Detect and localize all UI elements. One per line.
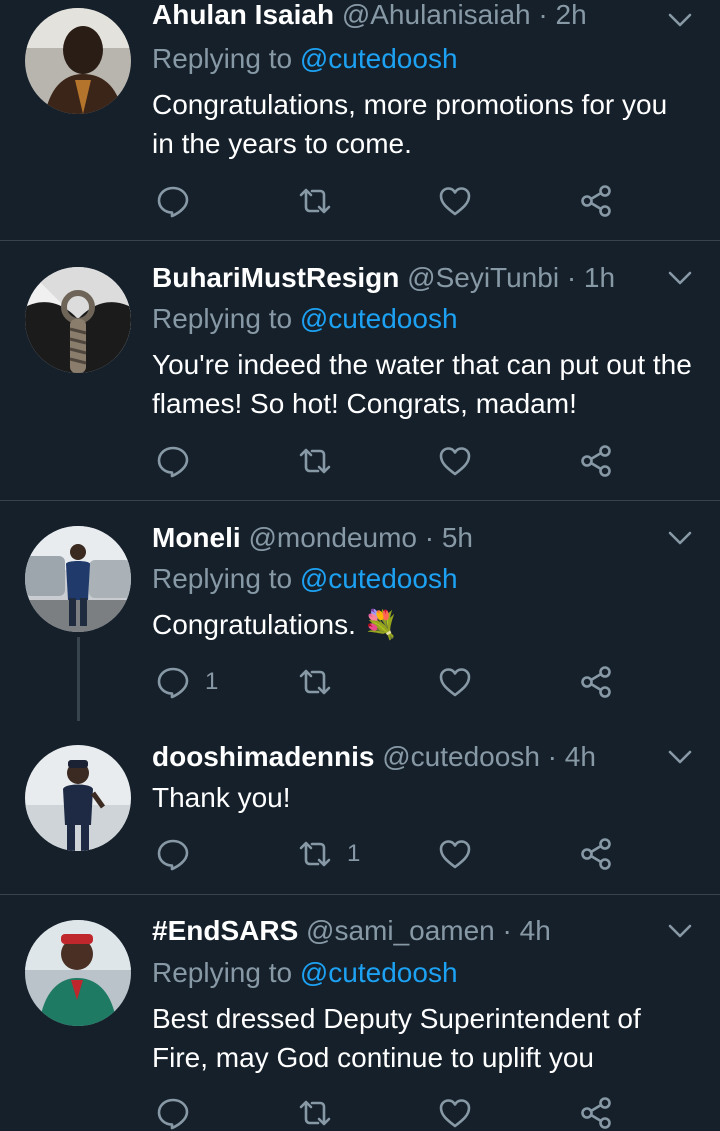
tweet-time: · 4h [547,741,596,772]
reply-icon [155,1095,191,1131]
avatar[interactable] [25,8,131,114]
avatar[interactable] [25,526,131,632]
user-handle[interactable]: @cutedoosh [382,741,540,772]
like-button[interactable] [437,836,487,872]
tweet-time: · 5h [424,522,473,553]
tweet-header: Ahulan Isaiah @Ahulanisaiah · 2h [152,0,587,32]
reply-button[interactable] [155,836,205,872]
replying-to: Replying to @cutedoosh [152,956,458,990]
tweet-text: Congratulations, more promotions for you… [152,89,668,159]
tweet-time: · 4h [502,915,551,946]
chevron-down-icon[interactable] [666,264,694,292]
retweet-icon [297,1095,333,1131]
replying-to: Replying to @cutedoosh [152,302,458,336]
share-button[interactable] [578,664,614,700]
reply-icon [155,836,191,872]
retweet-button[interactable] [297,1095,347,1131]
display-name[interactable]: #EndSARS [152,915,298,946]
chevron-down-icon[interactable] [666,743,694,771]
user-handle[interactable]: @Ahulanisaiah [342,0,531,30]
tweet-text: Congratulations. 💐 [152,609,399,640]
avatar[interactable] [25,920,131,1026]
tweet-time: · 2h [538,0,587,30]
mention-link[interactable]: @cutedoosh [300,563,458,594]
replying-to: Replying to @cutedoosh [152,42,458,76]
replying-to: Replying to @cutedoosh [152,562,458,596]
heart-icon [437,443,473,479]
display-name[interactable]: Moneli [152,522,241,553]
share-icon [578,664,614,700]
like-button[interactable] [437,664,487,700]
display-name[interactable]: Ahulan Isaiah [152,0,334,30]
user-handle[interactable]: @sami_oamen [306,915,495,946]
user-handle[interactable]: @SeyiTunbi [407,262,559,293]
retweet-button[interactable] [297,443,347,479]
retweet-icon [297,664,333,700]
retweet-button[interactable] [297,183,347,219]
share-icon [578,183,614,219]
retweet-count: 1 [347,840,361,867]
tweet-header: BuhariMustResign @SeyiTunbi · 1h [152,261,615,295]
reply-icon [155,664,191,700]
reply-button[interactable]: 1 [155,664,218,700]
tweet[interactable]: dooshimadennis @cutedoosh · 4h Thank you… [0,721,720,894]
retweet-icon [297,183,333,219]
tweet[interactable]: Moneli @mondeumo · 5h Replying to @cuted… [0,501,720,721]
mention-link[interactable]: @cutedoosh [300,43,458,74]
share-icon [578,443,614,479]
tweet-text: You're indeed the water that can put out… [152,349,692,419]
replying-prefix: Replying to [152,563,300,594]
chevron-down-icon[interactable] [666,524,694,552]
avatar[interactable] [25,745,131,851]
share-icon [578,1095,614,1131]
mention-link[interactable]: @cutedoosh [300,957,458,988]
tweet-text: Best dressed Deputy Superintendent of Fi… [152,1003,641,1073]
tweet-header: dooshimadennis @cutedoosh · 4h [152,740,596,774]
retweet-icon [297,836,333,872]
share-icon [578,836,614,872]
heart-icon [437,664,473,700]
reply-count: 1 [205,668,219,695]
heart-icon [437,836,473,872]
avatar[interactable] [25,267,131,373]
heart-icon [437,1095,473,1131]
user-handle[interactable]: @mondeumo [248,522,417,553]
reply-icon [155,443,191,479]
chevron-down-icon[interactable] [666,917,694,945]
retweet-button[interactable]: 1 [297,836,360,872]
like-button[interactable] [437,443,487,479]
replying-prefix: Replying to [152,43,300,74]
replying-prefix: Replying to [152,957,300,988]
share-button[interactable] [578,836,614,872]
mention-link[interactable]: @cutedoosh [300,303,458,334]
reply-button[interactable] [155,1095,205,1131]
reply-button[interactable] [155,443,205,479]
display-name[interactable]: dooshimadennis [152,741,374,772]
share-button[interactable] [578,443,614,479]
tweet[interactable]: #EndSARS @sami_oamen · 4h Replying to @c… [0,895,720,1117]
like-button[interactable] [437,183,487,219]
heart-icon [437,183,473,219]
retweet-button[interactable] [297,664,347,700]
reply-button[interactable] [155,183,205,219]
share-button[interactable] [578,1095,614,1131]
tweet-header: #EndSARS @sami_oamen · 4h [152,914,551,948]
reply-icon [155,183,191,219]
tweet-text: Thank you! [152,782,291,813]
thread-connector [77,637,80,721]
retweet-icon [297,443,333,479]
tweet-time: · 1h [566,262,616,293]
tweet[interactable]: BuhariMustResign @SeyiTunbi · 1h Replyin… [0,241,720,500]
replying-prefix: Replying to [152,303,300,334]
tweet-header: Moneli @mondeumo · 5h [152,521,473,555]
chevron-down-icon[interactable] [666,6,694,34]
share-button[interactable] [578,183,614,219]
display-name[interactable]: BuhariMustResign [152,262,399,293]
tweet[interactable]: Ahulan Isaiah @Ahulanisaiah · 2h Replyin… [0,0,720,240]
like-button[interactable] [437,1095,487,1131]
